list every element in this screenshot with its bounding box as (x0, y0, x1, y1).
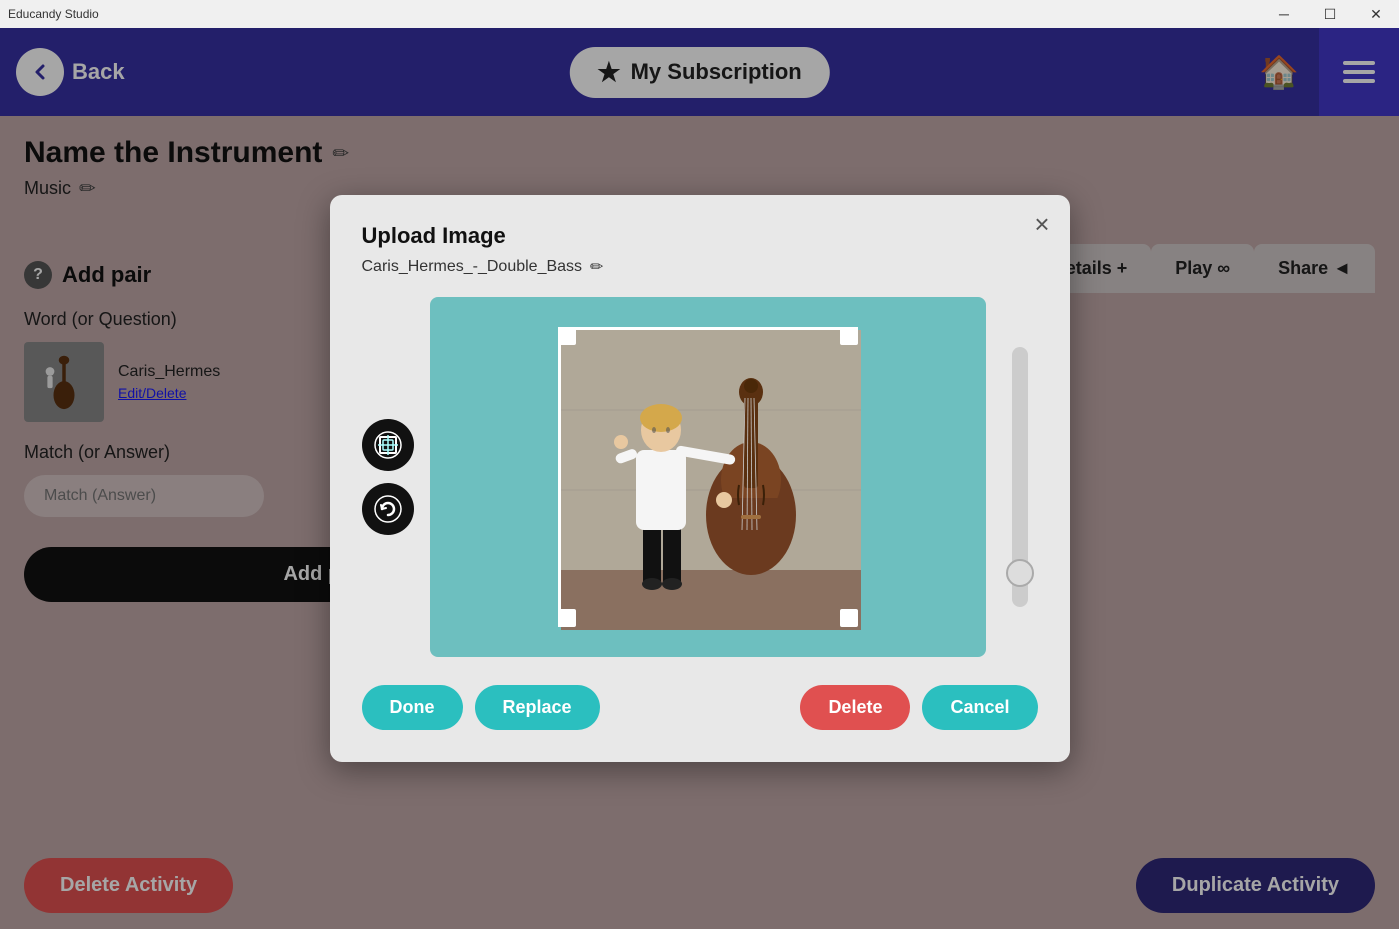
flip-icon (374, 431, 402, 459)
title-bar-controls: ─ ☐ ✕ (1261, 0, 1399, 28)
close-button[interactable]: ✕ (1353, 0, 1399, 28)
maximize-button[interactable]: ☐ (1307, 0, 1353, 28)
title-bar: Educandy Studio ─ ☐ ✕ (0, 0, 1399, 28)
slider-track (1012, 347, 1028, 607)
crop-corner-tr[interactable] (840, 327, 858, 345)
modal-delete-button[interactable]: Delete (800, 685, 910, 730)
app-title: Educandy Studio (8, 7, 99, 21)
upload-image-modal: × Upload Image Caris_Hermes_-_Double_Bas… (330, 195, 1070, 762)
crop-corner-tl[interactable] (558, 327, 576, 345)
modal-actions-right: Delete Cancel (800, 685, 1037, 730)
crop-corner-bl[interactable] (558, 609, 576, 627)
image-editor (362, 297, 1038, 657)
modal-actions: Done Replace Delete Cancel (362, 685, 1038, 730)
modal-close-button[interactable]: × (1034, 211, 1049, 237)
slider-thumb[interactable] (1006, 559, 1034, 587)
minimize-button[interactable]: ─ (1261, 0, 1307, 28)
image-canvas (430, 297, 986, 657)
crop-frame[interactable] (558, 327, 858, 627)
double-bass-image (561, 330, 861, 630)
crop-corner-br[interactable] (840, 609, 858, 627)
modal-filename-text: Caris_Hermes_-_Double_Bass (362, 258, 583, 276)
rotate-icon (374, 495, 402, 523)
modal-filename-row: Caris_Hermes_-_Double_Bass ✏ (362, 257, 1038, 277)
modal-overlay: × Upload Image Caris_Hermes_-_Double_Bas… (0, 28, 1399, 929)
modal-filename-edit-icon[interactable]: ✏ (590, 257, 603, 277)
cancel-button[interactable]: Cancel (922, 685, 1037, 730)
zoom-slider[interactable] (1002, 297, 1038, 657)
replace-button[interactable]: Replace (475, 685, 600, 730)
modal-title: Upload Image (362, 223, 1038, 249)
image-tools (362, 297, 414, 657)
done-button[interactable]: Done (362, 685, 463, 730)
flip-tool-button[interactable] (362, 419, 414, 471)
rotate-tool-button[interactable] (362, 483, 414, 535)
modal-actions-left: Done Replace (362, 685, 600, 730)
